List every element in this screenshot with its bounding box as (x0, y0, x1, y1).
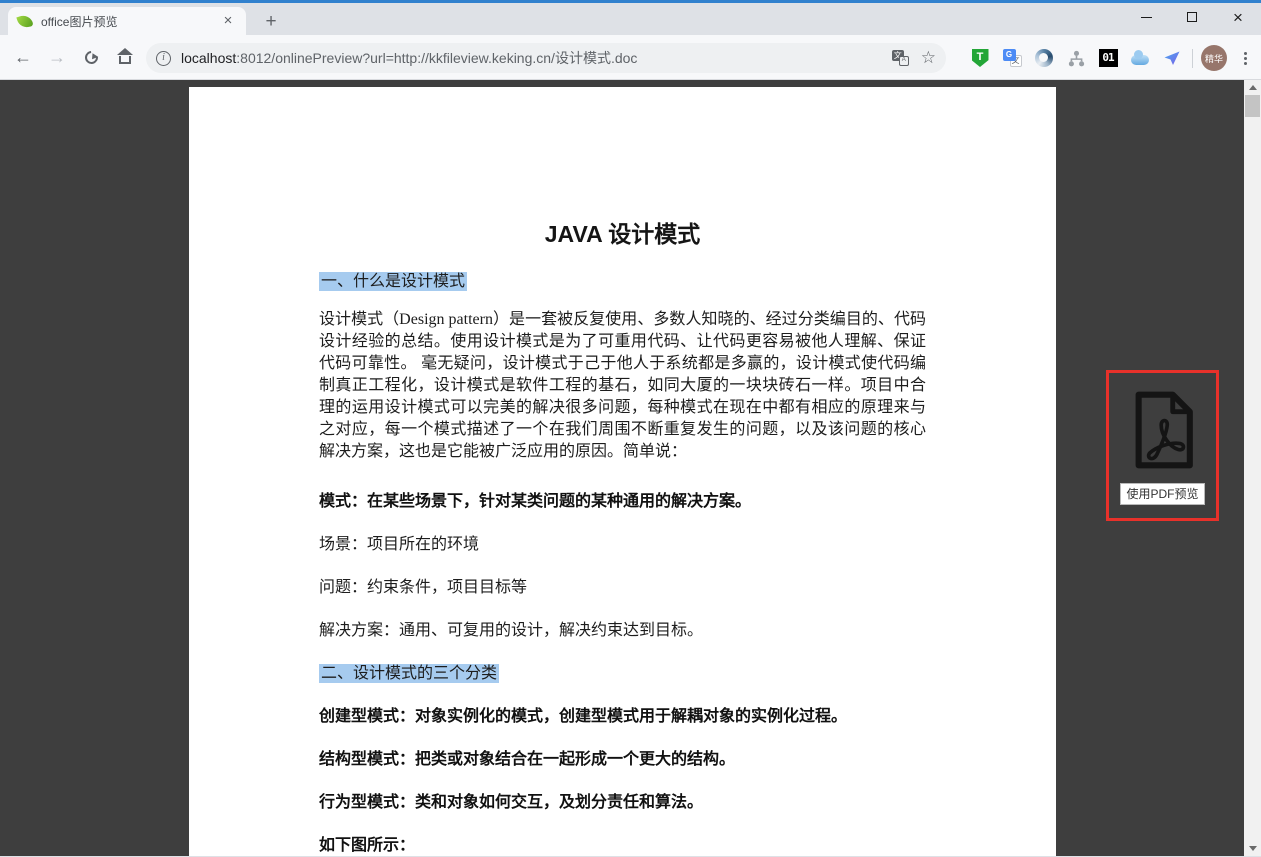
doc-bold-line: 结构型模式：把类或对象结合在一起形成一个更大的结构。 (319, 749, 926, 771)
tab-title: office图片预览 (41, 13, 220, 30)
reload-button[interactable] (76, 42, 106, 72)
home-button[interactable] (110, 42, 140, 72)
sitemap-icon (1068, 50, 1085, 67)
shield-icon: T (972, 49, 989, 67)
maximize-button[interactable] (1169, 0, 1215, 34)
tab-strip: office图片预览 × + × (0, 3, 1261, 35)
extension-sitemap[interactable] (1064, 45, 1088, 71)
new-tab-button[interactable]: + (258, 9, 284, 35)
doc-bold-line: 行为型模式：类和对象如何交互，及划分责任和算法。 (319, 792, 926, 814)
window-controls: × (1123, 0, 1261, 34)
translate-g-glyph: G (1003, 49, 1016, 61)
close-button[interactable]: × (1215, 0, 1261, 34)
translate-a-glyph: A (899, 56, 909, 66)
minimize-icon (1141, 17, 1152, 18)
doc-bold-line: 如下图所示： (319, 835, 926, 856)
url-path: :8012/onlinePreview?url=http://kkfilevie… (236, 50, 637, 66)
doc-bold-line: 创建型模式：对象实例化的模式，创建型模式用于解耦对象的实例化过程。 (319, 706, 926, 728)
heading-text: 二、设计模式的三个分类 (319, 664, 499, 683)
extension-tampermonkey[interactable]: T (968, 45, 992, 71)
bookmark-star-icon[interactable]: ☆ (921, 48, 936, 68)
scroll-up-button[interactable] (1244, 80, 1261, 95)
translate-page-icon[interactable]: 文 A (892, 50, 909, 66)
browser-tab[interactable]: office图片预览 × (8, 7, 246, 35)
doc-section-heading: 一、什么是设计模式 (319, 271, 926, 293)
scrollbar-thumb[interactable] (1245, 95, 1260, 117)
back-button[interactable]: ← (8, 42, 38, 72)
doc-paragraph: 设计模式（Design pattern）是一套被反复使用、多数人知晓的、经过分类… (319, 309, 926, 463)
home-icon (119, 56, 131, 64)
minimize-button[interactable] (1123, 0, 1169, 34)
doc-line: 场景：项目所在的环境 (319, 534, 926, 556)
page-info-icon[interactable]: i (156, 51, 171, 66)
toolbar-divider (1192, 49, 1193, 68)
extension-cloud[interactable] (1128, 45, 1152, 71)
document-title: JAVA 设计模式 (319, 219, 926, 249)
spring-leaf-favicon (16, 13, 33, 30)
extension-reader-01[interactable]: 01 (1096, 45, 1120, 71)
pdf-file-icon (1124, 388, 1202, 472)
browser-toolbar: ← → i localhost:8012/onlinePreview?url=h… (0, 35, 1261, 80)
profile-avatar[interactable]: 精华 (1201, 45, 1227, 71)
pdf-preview-label: 使用PDF预览 (1120, 483, 1204, 505)
translate-icon: G 文 (1003, 49, 1022, 67)
doc-section-heading: 二、设计模式的三个分类 (319, 663, 926, 685)
doc-line: 解决方案：通用、可复用的设计，解决约束达到目标。 (319, 620, 926, 642)
url-text: localhost:8012/onlinePreview?url=http://… (181, 48, 637, 68)
doc-line: 问题：约束条件，项目目标等 (319, 577, 926, 599)
extension-google-translate[interactable]: G 文 (1000, 45, 1024, 71)
tab-close-icon[interactable]: × (220, 13, 236, 29)
reload-icon (82, 48, 100, 66)
heading-text: 一、什么是设计模式 (319, 272, 467, 291)
scroll-down-button[interactable] (1244, 841, 1261, 856)
01-icon: 01 (1099, 49, 1118, 67)
browser-window: office图片预览 × + × ← → i localhost:8012/on… (0, 0, 1261, 857)
forward-button[interactable]: → (42, 42, 72, 72)
extension-bird[interactable] (1160, 45, 1184, 71)
extension-blue-ring[interactable] (1032, 45, 1056, 71)
arrow-up-icon (1249, 85, 1257, 90)
url-host: localhost (181, 50, 236, 66)
address-bar[interactable]: i localhost:8012/onlinePreview?url=http:… (146, 43, 946, 73)
arrow-down-icon (1249, 846, 1257, 851)
close-icon: × (1233, 9, 1243, 26)
preview-viewport: JAVA 设计模式 一、什么是设计模式 设计模式（Design pattern）… (0, 80, 1261, 856)
maximize-icon (1187, 12, 1197, 22)
document-page: JAVA 设计模式 一、什么是设计模式 设计模式（Design pattern）… (189, 87, 1056, 856)
cloud-icon (1131, 55, 1149, 65)
extension-area: T G 文 01 (968, 43, 1255, 73)
ring-icon (1035, 49, 1053, 67)
pdf-preview-button[interactable]: 使用PDF预览 (1106, 370, 1219, 521)
chrome-menu-button[interactable] (1235, 45, 1255, 71)
doc-bold-line: 模式：在某些场景下，针对某类问题的某种通用的解决方案。 (319, 491, 926, 513)
bird-icon (1163, 49, 1181, 67)
scrollbar[interactable] (1244, 80, 1261, 856)
